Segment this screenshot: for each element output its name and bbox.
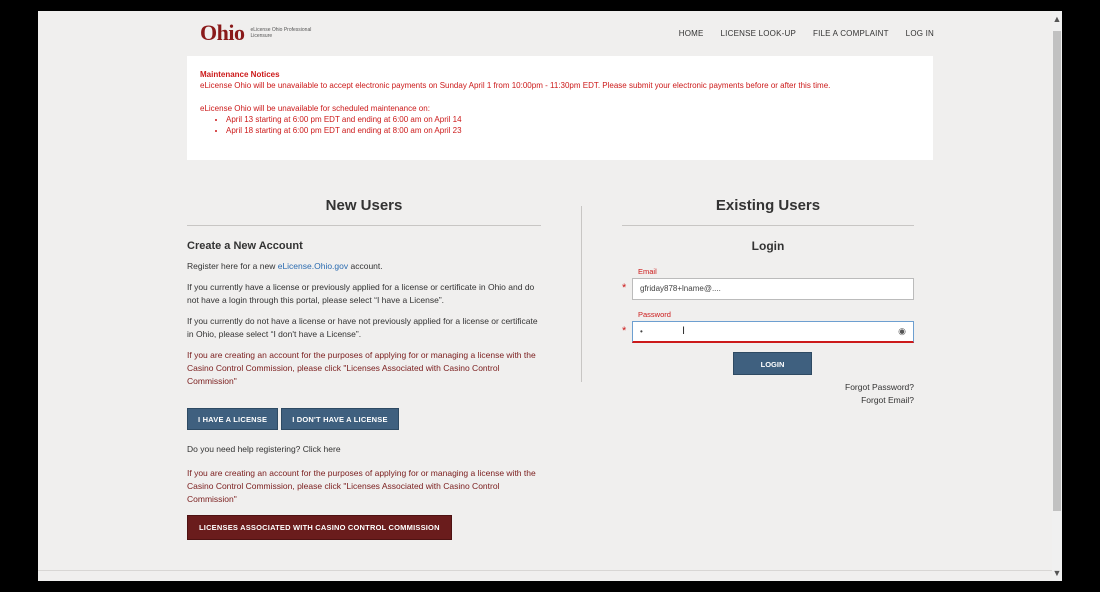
nav-home[interactable]: HOME	[679, 29, 704, 38]
casino-commission-button[interactable]: LICENSES ASSOCIATED WITH CASINO CONTROL …	[187, 515, 452, 540]
password-label: Password	[638, 310, 671, 319]
new-users-heading: New Users	[187, 197, 541, 226]
vertical-scrollbar[interactable]: ▲ ▼	[1052, 11, 1062, 581]
new-users-section: New Users Create a New Account Register …	[187, 197, 541, 540]
section-divider	[581, 206, 582, 382]
existing-users-heading: Existing Users	[622, 197, 914, 226]
browser-viewport: Ohio eLicense Ohio Professional Licensur…	[38, 11, 1052, 581]
nav-file-complaint[interactable]: FILE A COMPLAINT	[813, 29, 889, 38]
license-buttons: I HAVE A LICENSE I DON'T HAVE A LICENSE	[187, 408, 541, 430]
create-account-title: Create a New Account	[187, 240, 303, 252]
maintenance-notice: Maintenance Notices eLicense Ohio will b…	[187, 56, 933, 160]
help-registering-link[interactable]: Do you need help registering? Click here	[187, 444, 541, 454]
logo-text: Ohio	[200, 20, 245, 45]
login-heading: Login	[751, 239, 785, 253]
i-have-a-license-button[interactable]: I HAVE A LICENSE	[187, 408, 279, 430]
forgot-password-link[interactable]: Forgot Password?	[622, 381, 914, 394]
have-license-text: If you currently have a license or previ…	[187, 282, 535, 305]
notice-payments: eLicense Ohio will be unavailable to acc…	[200, 81, 831, 90]
logo-subtitle: eLicense Ohio Professional Licensure	[250, 27, 312, 39]
i-dont-have-a-license-button[interactable]: I DON'T HAVE A LICENSE	[281, 408, 399, 430]
email-field[interactable]: gfriday878+lname@....	[632, 278, 914, 300]
ohio-logo[interactable]: Ohio eLicense Ohio Professional Licensur…	[200, 20, 320, 46]
password-field[interactable]: •	[632, 321, 914, 343]
required-asterisk: *	[622, 282, 627, 294]
casino-text: If you are creating an account for the p…	[187, 350, 536, 386]
notice-title: Maintenance Notices	[200, 70, 280, 79]
login-button[interactable]: LOGIN	[733, 352, 812, 375]
scroll-down-icon[interactable]: ▼	[1052, 567, 1062, 579]
show-password-icon[interactable]: ◉	[898, 326, 906, 337]
text-cursor-icon: I	[682, 325, 686, 337]
scroll-up-icon[interactable]: ▲	[1052, 13, 1062, 25]
notice-list: April 13 starting at 6:00 pm EDT and end…	[200, 114, 920, 136]
nav-license-lookup[interactable]: LICENSE LOOK-UP	[721, 29, 796, 38]
forgot-email-link[interactable]: Forgot Email?	[622, 394, 914, 407]
required-asterisk: *	[622, 325, 627, 337]
top-nav: HOME LICENSE LOOK-UP FILE A COMPLAINT LO…	[679, 29, 934, 38]
elicense-link[interactable]: eLicense.Ohio.gov	[278, 261, 348, 271]
existing-users-section: Existing Users Login Email * gfriday878+…	[622, 197, 914, 407]
dont-have-license-text: If you currently do not have a license o…	[187, 316, 538, 339]
notice-maintenance: eLicense Ohio will be unavailable for sc…	[200, 104, 430, 113]
scroll-thumb[interactable]	[1053, 31, 1061, 511]
notice-item: April 13 starting at 6:00 pm EDT and end…	[226, 114, 920, 125]
footer-divider	[38, 570, 1052, 571]
forgot-links: Forgot Password? Forgot Email?	[622, 381, 914, 407]
notice-item: April 18 starting at 6:00 pm EDT and end…	[226, 125, 920, 136]
nav-log-in[interactable]: LOG IN	[906, 29, 934, 38]
email-label: Email	[638, 267, 657, 276]
casino-text-2: If you are creating an account for the p…	[187, 468, 536, 504]
register-text: Register here for a new eLicense.Ohio.go…	[187, 261, 383, 271]
